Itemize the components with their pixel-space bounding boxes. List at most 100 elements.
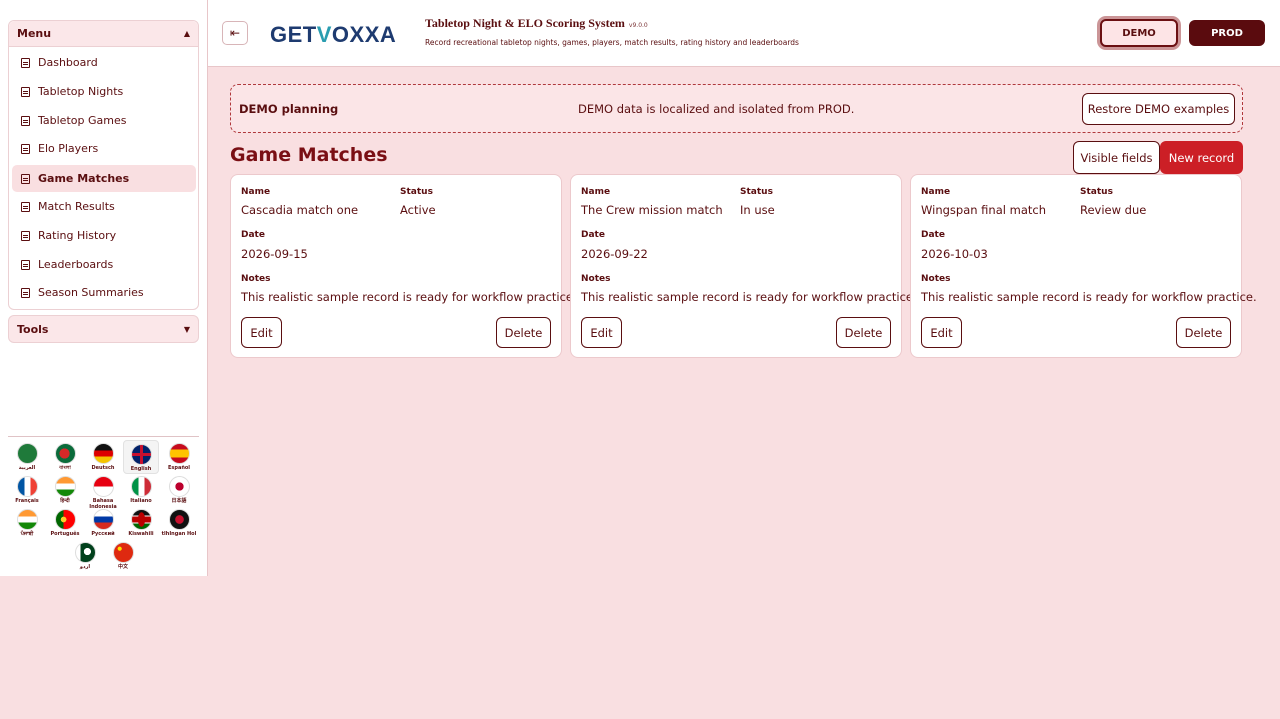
lang-label: हिन्दी [60, 498, 70, 504]
sidebar-item-season-summaries[interactable]: Season Summaries [12, 279, 196, 306]
top-header: ⇤ GETVOXXA Tabletop Night & ELO Scoring … [208, 0, 1280, 67]
status-label: Status [400, 187, 433, 197]
sidebar-item-label: Tabletop Games [38, 114, 127, 127]
sidebar-item-label: Rating History [38, 229, 117, 242]
sidebar-item-label: Elo Players [38, 142, 99, 155]
uk-flag-icon [130, 444, 152, 465]
bangladesh-flag-icon [54, 443, 76, 464]
notes-label: Notes [241, 274, 271, 284]
name-label: Name [921, 187, 951, 197]
lang-portuguese[interactable]: Português [47, 506, 83, 540]
sidebar-item-label: Season Summaries [38, 286, 144, 299]
menu-collapse-icon: ⇤ [229, 26, 241, 40]
notes-label: Notes [921, 274, 951, 284]
menu-panel: Menu ▲ Dashboard Tabletop Nights Tableto… [8, 20, 199, 310]
japan-flag-icon [168, 476, 190, 497]
lang-label: Español [167, 465, 191, 471]
document-icon [21, 115, 30, 126]
divider [8, 436, 199, 437]
lang-spanish[interactable]: Español [161, 440, 197, 474]
lang-label: Русский [91, 531, 115, 537]
sidebar-item-tabletop-nights[interactable]: Tabletop Nights [12, 78, 196, 105]
delete-button[interactable]: Delete [836, 317, 891, 348]
status-label: Status [1080, 187, 1113, 197]
record-notes: This realistic sample record is ready fo… [241, 290, 577, 304]
lang-label: Français [15, 498, 39, 504]
lang-label: Português [50, 531, 80, 537]
date-label: Date [581, 230, 605, 240]
france-flag-icon [16, 476, 38, 497]
lang-urdu[interactable]: اردو [67, 539, 103, 573]
collapse-sidebar-button[interactable]: ⇤ [222, 21, 248, 45]
tools-panel-toggle[interactable]: Tools ▼ [8, 315, 199, 343]
banner-message: DEMO data is localized and isolated from… [578, 102, 855, 116]
lang-arabic[interactable]: العربية [9, 440, 45, 474]
lang-italian[interactable]: Italiano [123, 473, 159, 507]
edit-button[interactable]: Edit [581, 317, 622, 348]
record-status: Review due [1080, 203, 1147, 217]
lang-swahili[interactable]: Kiswahili [123, 506, 159, 540]
sidebar-item-label: Tabletop Nights [38, 85, 124, 98]
sidebar-item-label: Match Results [38, 200, 115, 213]
lang-chinese[interactable]: 中文 [105, 539, 141, 573]
kenya-flag-icon [130, 509, 152, 530]
new-record-button[interactable]: New record [1160, 141, 1243, 174]
portugal-flag-icon [54, 509, 76, 530]
lang-indonesian[interactable]: Bahasa Indonesia [85, 473, 121, 510]
record-card: Name Status Wingspan final match Review … [910, 174, 1257, 358]
document-icon [21, 259, 30, 270]
lang-label: tlhIngan Hol [161, 531, 197, 537]
restore-demo-button[interactable]: Restore DEMO examples [1082, 93, 1235, 125]
sidebar-item-dashboard[interactable]: Dashboard [12, 49, 196, 76]
lang-punjabi[interactable]: ਪੰਜਾਬੀ [9, 506, 45, 540]
document-icon [21, 86, 30, 97]
sidebar: Menu ▲ Dashboard Tabletop Nights Tableto… [0, 0, 208, 576]
version-badge: v9.0.0 [628, 22, 648, 29]
sidebar-item-game-matches[interactable]: Game Matches [12, 165, 196, 192]
lang-bengali[interactable]: বাংলা [47, 440, 83, 474]
sidebar-item-leaderboards[interactable]: Leaderboards [12, 251, 196, 278]
lang-klingon[interactable]: tlhIngan Hol [161, 506, 197, 540]
lang-japanese[interactable]: 日本語 [161, 473, 197, 507]
indonesia-flag-icon [92, 476, 114, 497]
sidebar-item-match-results[interactable]: Match Results [12, 193, 196, 220]
document-icon [21, 173, 30, 184]
name-label: Name [581, 187, 611, 197]
germany-flag-icon [92, 443, 114, 464]
lang-label: 日本語 [171, 498, 187, 504]
sidebar-item-tabletop-games[interactable]: Tabletop Games [12, 107, 196, 134]
edit-button[interactable]: Edit [921, 317, 962, 348]
sidebar-item-elo-players[interactable]: Elo Players [12, 135, 196, 162]
document-icon [21, 230, 30, 241]
app-logo: GETVOXXA [270, 22, 397, 47]
lang-label: العربية [18, 465, 36, 471]
env-demo-button[interactable]: DEMO [1100, 19, 1178, 47]
sidebar-item-label: Dashboard [38, 56, 98, 69]
lang-label: বাংলা [59, 465, 71, 471]
visible-fields-button[interactable]: Visible fields [1073, 141, 1160, 174]
lang-label: ਪੰਜਾਬੀ [20, 531, 34, 537]
lang-french[interactable]: Français [9, 473, 45, 507]
record-date: 2026-09-15 [241, 247, 308, 261]
lang-hindi[interactable]: हिन्दी [47, 473, 83, 507]
lang-german[interactable]: Deutsch [85, 440, 121, 474]
delete-button[interactable]: Delete [496, 317, 551, 348]
record-card: Name Status Cascadia match one Active Da… [230, 174, 577, 358]
edit-button[interactable]: Edit [241, 317, 282, 348]
document-icon [21, 57, 30, 68]
lang-label: English [130, 466, 152, 472]
lang-russian[interactable]: Русский [85, 506, 121, 540]
app-subtitle: Record recreational tabletop nights, gam… [425, 38, 799, 47]
lang-english[interactable]: English [123, 440, 159, 474]
chevron-up-icon: ▲ [183, 29, 190, 38]
menu-header[interactable]: Menu ▲ [9, 21, 198, 47]
delete-button[interactable]: Delete [1176, 317, 1231, 348]
record-date: 2026-09-22 [581, 247, 648, 261]
sidebar-item-rating-history[interactable]: Rating History [12, 222, 196, 249]
saudi-flag-icon [16, 443, 38, 464]
india-flag-icon [54, 476, 76, 497]
env-prod-button[interactable]: PROD [1189, 20, 1265, 46]
status-label: Status [740, 187, 773, 197]
document-icon [21, 143, 30, 154]
app-title: Tabletop Night & ELO Scoring System v9.0.… [425, 16, 648, 30]
